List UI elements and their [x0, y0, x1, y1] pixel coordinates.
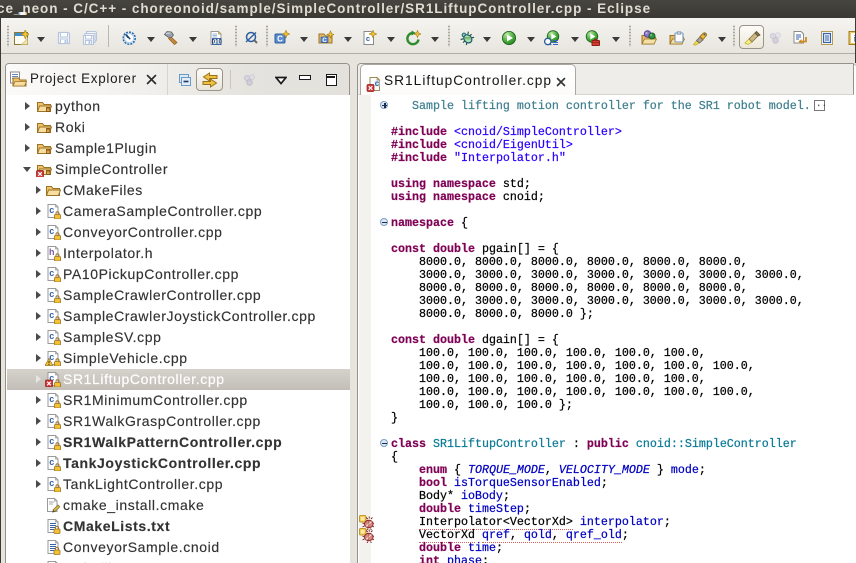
svg-text:c: c: [49, 394, 55, 404]
svg-text:c: c: [375, 79, 380, 88]
svg-text:C: C: [277, 35, 283, 44]
svg-text:C: C: [322, 38, 327, 44]
svg-text:c: c: [49, 289, 55, 299]
svg-text:c: c: [49, 457, 55, 467]
svg-text:c: c: [49, 415, 55, 425]
svg-text:c: c: [49, 436, 55, 446]
svg-text:c: c: [49, 268, 55, 278]
svg-text:010: 010: [212, 39, 223, 46]
svg-text:c: c: [49, 331, 55, 341]
svg-text:c: c: [49, 226, 55, 236]
svg-text:c: c: [366, 34, 370, 43]
svg-text:c: c: [49, 310, 55, 320]
svg-text:h: h: [49, 247, 55, 257]
svg-text:c: c: [49, 478, 55, 488]
svg-text:c: c: [49, 205, 55, 215]
